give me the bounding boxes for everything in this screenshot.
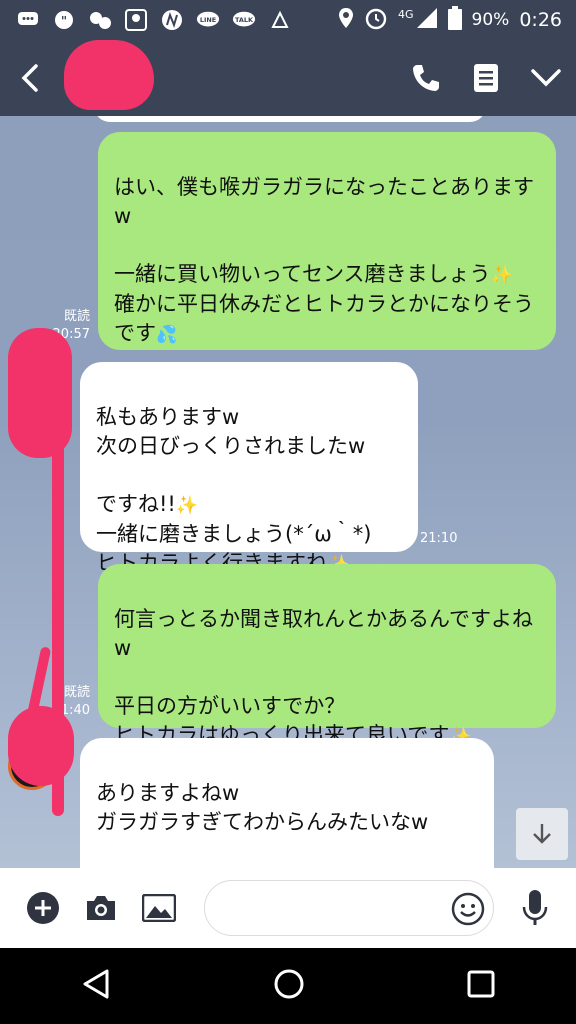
network-type: 4G [398, 7, 414, 21]
line-notification-icon: LINE [196, 8, 220, 32]
note-icon [474, 64, 498, 92]
signal-icon [416, 7, 438, 34]
gallery-button[interactable] [130, 868, 188, 948]
quote-notification-icon: " [52, 8, 76, 32]
notes-button[interactable] [456, 40, 516, 116]
arrow-down-icon [533, 824, 551, 844]
message-list[interactable]: はい、僕も喉ガラガラになったことありますw 一緒に買い物いってセンス磨きましょう… [0, 116, 576, 868]
camera-button[interactable] [72, 868, 130, 948]
incoming-message[interactable]: 私もありますw 次の日びっくりされましたw ですね!!✨ 一緒に磨きましょう(*… [80, 362, 418, 575]
incoming-message[interactable]: ありますよねw ガラガラすぎてわからんみたいなw 都合がいいのは平日ですね💦 [80, 738, 494, 868]
input-bar [0, 868, 576, 948]
line-label: LINE [200, 16, 216, 24]
clock: 0:26 [519, 9, 562, 31]
redaction-scribble [64, 40, 154, 110]
microphone-icon [522, 890, 548, 925]
sparkle-icon: ✨ [490, 265, 513, 286]
plus-icon [27, 892, 59, 924]
talk-notification-icon: TALK [232, 8, 256, 32]
chevron-down-icon [531, 69, 561, 87]
message-input[interactable] [225, 881, 455, 935]
read-receipt: 既読 [63, 309, 90, 324]
voice-button[interactable] [506, 868, 564, 948]
nav-recents-button[interactable] [467, 970, 495, 1002]
square-recents-icon [467, 970, 495, 998]
group-notification-icon [88, 8, 112, 32]
sparkle-icon: ✨ [175, 495, 199, 516]
circle-home-icon [274, 969, 304, 999]
smiley-icon [451, 892, 485, 926]
alarm-icon [364, 6, 388, 35]
message-text: ありますよねw ガラガラすぎてわからんみたいなw 都合がいいのは平日ですね [96, 781, 429, 834]
battery-level: 90% [471, 10, 510, 30]
add-button[interactable] [14, 868, 72, 948]
photo-notification-icon [124, 8, 148, 32]
redaction-scribble [8, 706, 74, 786]
triangle-back-icon [83, 969, 109, 999]
back-button[interactable] [0, 40, 60, 116]
message-text: 私もありますw 次の日びっくりされましたw ですね!! [96, 405, 366, 516]
system-nav-bar [0, 948, 576, 1024]
scroll-to-bottom-button[interactable] [516, 808, 568, 860]
nav-back-button[interactable] [81, 968, 111, 1004]
outgoing-message[interactable]: はい、僕も喉ガラガラになったことありますw 一緒に買い物いってセンス磨きましょう… [98, 132, 556, 350]
app-notification-icon [268, 8, 292, 32]
outgoing-message[interactable]: 何言っとるか聞き取れんとかあるんですよねw 平日の方がいいすでか？ ヒトカラはゆ… [98, 564, 556, 747]
message-text: 確かに平日休みだとヒトカラとかになりそうです💦 [114, 292, 534, 345]
message-field[interactable] [204, 880, 494, 936]
talk-label: TALK [235, 16, 254, 24]
camera-icon [87, 896, 115, 920]
menu-button[interactable] [516, 40, 576, 116]
message-text: はい、僕も喉ガラガラになったことありますw 一緒に買い物いってセンス磨きましょう [114, 175, 534, 286]
message-time: 21:10 [420, 531, 458, 546]
sweat-icon: 💦 [156, 325, 178, 345]
previous-message-bubble [94, 116, 486, 122]
chevron-left-icon [21, 64, 38, 92]
status-bar: " LINE TALK 4G 90% 0:26 [0, 0, 576, 40]
image-icon [142, 894, 176, 922]
nav-home-button[interactable] [273, 968, 305, 1004]
emoji-button[interactable] [451, 892, 485, 930]
chat-notification-icon [16, 8, 40, 32]
phone-icon [413, 65, 439, 91]
location-icon [338, 7, 354, 34]
svg-text:": " [61, 14, 67, 28]
call-button[interactable] [396, 40, 456, 116]
battery-icon [447, 5, 462, 35]
n-app-notification-icon [160, 8, 184, 32]
